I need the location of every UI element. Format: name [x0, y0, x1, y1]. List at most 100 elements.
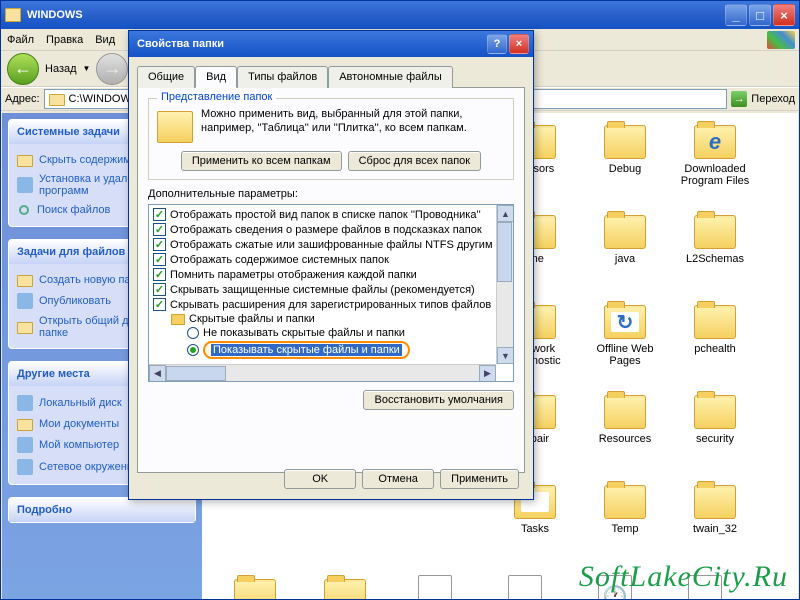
- folder-item[interactable]: java: [580, 215, 670, 301]
- folder-item[interactable]: _default: [390, 579, 480, 599]
- dialog-buttons: OK Отмена Применить: [284, 469, 519, 489]
- tab-body: Представление папок Можно применить вид,…: [137, 87, 525, 473]
- scroll-left-icon[interactable]: ◀: [149, 365, 166, 382]
- folder-icon: [694, 125, 736, 159]
- folder-item[interactable]: L2Schemas: [670, 215, 760, 301]
- maximize-button[interactable]: □: [749, 4, 771, 26]
- nav-forward-button[interactable]: →: [96, 53, 128, 85]
- folder-item[interactable]: Resources: [580, 395, 670, 481]
- option-label: Помнить параметры отображения каждой пап…: [170, 269, 417, 281]
- go-arrow-icon: →: [731, 91, 747, 107]
- folder-item[interactable]: WinSxS: [300, 579, 390, 599]
- panel-details: Подробно: [8, 497, 196, 523]
- tree-option[interactable]: ✓ Помнить параметры отображения каждой па…: [151, 267, 511, 282]
- apply-button[interactable]: Применить: [440, 469, 519, 489]
- folder-icon: [5, 8, 21, 22]
- folder-icon: [49, 94, 65, 106]
- vertical-scrollbar[interactable]: ▲ ▼: [496, 205, 513, 364]
- option-label: Скрывать защищенные системные файлы (рек…: [170, 284, 475, 296]
- file-icon: [418, 575, 452, 599]
- folder-item[interactable]: pchealth: [670, 305, 760, 391]
- apply-all-button[interactable]: Применить ко всем папкам: [181, 151, 342, 171]
- folder-icon: [324, 579, 366, 599]
- menu-edit[interactable]: Правка: [46, 34, 83, 46]
- tab-offline[interactable]: Автономные файлы: [328, 66, 453, 88]
- folder-icon: [694, 215, 736, 249]
- folder-icon: [17, 155, 33, 167]
- folder-label: Downloaded Program Files: [670, 163, 760, 187]
- option-label: Отображать простой вид папок в списке па…: [170, 209, 481, 221]
- share-icon: [17, 322, 33, 334]
- tab-strip: Общие Вид Типы файлов Автономные файлы: [129, 57, 533, 87]
- address-label: Адрес:: [5, 93, 40, 105]
- folder-item[interactable]: Web: [210, 579, 300, 599]
- scroll-thumb[interactable]: [497, 222, 512, 282]
- nav-back-button[interactable]: ←: [7, 53, 39, 85]
- folder-label: Temp: [612, 523, 639, 535]
- folder-label: security: [696, 433, 734, 445]
- checkbox-icon: ✓: [153, 298, 166, 311]
- checkbox-icon: ✓: [153, 253, 166, 266]
- tree-option[interactable]: ✓Отображать содержимое системных папок: [151, 252, 511, 267]
- scroll-right-icon[interactable]: ▶: [479, 365, 496, 382]
- folder-item[interactable]: Downloaded Program Files: [670, 125, 760, 211]
- programs-icon: [17, 177, 33, 193]
- scroll-down-icon[interactable]: ▼: [497, 347, 514, 364]
- folder-options-dialog: Свойства папки ? × Общие Вид Типы файлов…: [128, 30, 534, 500]
- folder-icon: [234, 579, 276, 599]
- folder-item[interactable]: bootstat: [480, 579, 570, 599]
- advanced-options-tree[interactable]: ✓ Отображать простой вид папок в списке п…: [148, 204, 514, 382]
- reset-all-button[interactable]: Сброс для всех папок: [348, 151, 482, 171]
- tree-option[interactable]: ✓Отображать сжатые или зашифрованные фай…: [151, 237, 511, 252]
- dialog-titlebar: Свойства папки ? ×: [129, 31, 533, 57]
- option-label: Отображать сведения о размере файлов в п…: [170, 224, 482, 236]
- folder-item[interactable]: twain_32: [670, 485, 760, 571]
- folder-grid: CursorsDebugDownloaded Program Filesimej…: [490, 125, 790, 571]
- horizontal-scrollbar[interactable]: ◀ ▶: [149, 364, 496, 381]
- checkbox-icon: ✓: [153, 268, 166, 281]
- menu-view[interactable]: Вид: [95, 34, 115, 46]
- folder-label: twain_32: [693, 523, 737, 535]
- menu-file[interactable]: Файл: [7, 34, 34, 46]
- folder-icon: [171, 314, 185, 325]
- folder-item[interactable]: security: [670, 395, 760, 481]
- advanced-label: Дополнительные параметры:: [148, 188, 514, 200]
- tree-option[interactable]: Показывать скрытые файлы и папки: [151, 340, 511, 360]
- folder-icon: [604, 305, 646, 339]
- folder-label: Tasks: [521, 523, 549, 535]
- folder-item[interactable]: Temp: [580, 485, 670, 571]
- ok-button[interactable]: OK: [284, 469, 356, 489]
- help-button[interactable]: ?: [487, 34, 507, 54]
- folder-icon: [694, 485, 736, 519]
- scroll-thumb[interactable]: [166, 366, 226, 381]
- drive-icon: [17, 395, 33, 411]
- tab-general[interactable]: Общие: [137, 66, 195, 88]
- folder-item[interactable]: Offline Web Pages: [580, 305, 670, 391]
- folder-icon: [604, 125, 646, 159]
- tree-option[interactable]: ✓Скрывать защищенные системные файлы (ре…: [151, 282, 511, 297]
- scroll-up-icon[interactable]: ▲: [497, 205, 514, 222]
- folder-view-icon: [157, 111, 193, 143]
- tab-filetypes[interactable]: Типы файлов: [237, 66, 328, 88]
- checkbox-icon: ✓: [153, 208, 166, 221]
- option-label: Отображать сжатые или зашифрованные файл…: [170, 239, 514, 251]
- dropdown-icon[interactable]: ▼: [83, 64, 91, 73]
- folder-icon: [604, 215, 646, 249]
- minimize-button[interactable]: _: [725, 4, 747, 26]
- restore-defaults-button[interactable]: Восстановить умолчания: [363, 390, 514, 410]
- panel-title[interactable]: Подробно: [9, 498, 195, 522]
- tab-view[interactable]: Вид: [195, 66, 237, 88]
- close-button[interactable]: ×: [773, 4, 795, 26]
- folder-item[interactable]: Debug: [580, 125, 670, 211]
- cancel-button[interactable]: Отмена: [362, 469, 434, 489]
- folder-icon: [694, 305, 736, 339]
- folder-icon: [694, 395, 736, 429]
- tree-option[interactable]: ✓Скрывать расширения для зарегистрирован…: [151, 297, 511, 312]
- go-button[interactable]: → Переход: [731, 91, 795, 107]
- tree-option[interactable]: ✓ Отображать простой вид папок в списке п…: [151, 207, 511, 222]
- tree-option[interactable]: Скрытые файлы и папки: [151, 312, 511, 326]
- tree-option[interactable]: Не показывать скрытые файлы и папки: [151, 326, 511, 340]
- tree-option[interactable]: ✓Отображать сведения о размере файлов в …: [151, 222, 511, 237]
- dialog-close-button[interactable]: ×: [509, 34, 529, 54]
- file-icon: [508, 575, 542, 599]
